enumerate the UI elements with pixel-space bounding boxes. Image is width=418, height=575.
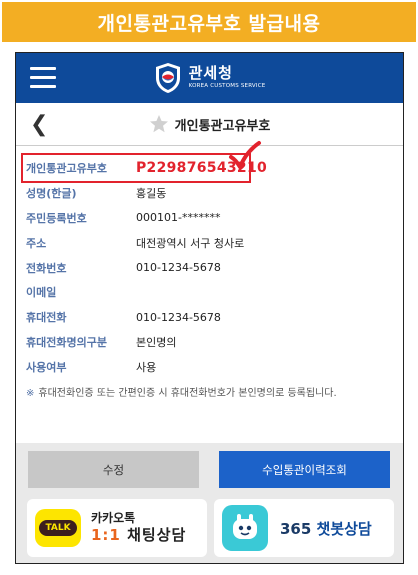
info-value: 010-1234-5678 (136, 261, 221, 275)
notice-mark: ※ (26, 388, 35, 400)
info-list: 개인통관고유부호 P229876543210 성명(한글) 홍길동 주민등록번호… (16, 141, 403, 379)
page-header: ❮ 개인통관고유부호 (16, 103, 403, 146)
info-label: 이메일 (26, 286, 57, 300)
info-row-address: 주소 대전광역시 서구 청사로 (16, 230, 403, 255)
brand-logo[interactable]: 관세청 KOREA CUSTOMS SERVICE (154, 62, 266, 94)
info-label: 주민등록번호 (26, 211, 87, 225)
banner-title: 개인통관고유부호 발급내용 (97, 12, 321, 35)
kakao-talk-icon: TALK (35, 509, 81, 547)
star-icon[interactable] (149, 114, 169, 134)
info-value: 000101-******* (136, 211, 221, 225)
chatbot-label: 챗봇상담 (311, 519, 372, 538)
action-area: 수정 수입통관이력조회 TALK 카카오톡 1:1 채팅상담 365 챗봇상담 (16, 443, 403, 563)
highlight-box (21, 153, 251, 183)
info-row-phone: 전화번호 010-1234-5678 (16, 255, 403, 280)
info-label: 휴대전화 (26, 311, 67, 325)
hamburger-icon[interactable] (30, 67, 56, 89)
info-row-mobile-owner: 휴대전화명의구분 본인명의 (16, 330, 403, 355)
brand-name: 관세청 (188, 64, 233, 83)
info-row-customs-code: 개인통관고유부호 P229876543210 (16, 141, 403, 183)
info-label: 휴대전화명의구분 (26, 335, 107, 349)
kakao-chat-title: 카카오톡 (91, 511, 136, 526)
info-value: 홍길동 (136, 187, 167, 201)
info-row-name: 성명(한글) 홍길동 (16, 181, 403, 206)
notice-body: 휴대전화인증 또는 간편인증 시 휴대전화번호가 본인명의로 등록됩니다. (38, 388, 337, 400)
back-arrow-icon[interactable]: ❮ (30, 112, 48, 137)
phone-screen: 관세청 KOREA CUSTOMS SERVICE ❮ 개인통관고유부호 개인통… (15, 52, 404, 564)
info-row-usage: 사용여부 사용 (16, 354, 403, 379)
kakao-chat-label: 채팅상담 (120, 526, 187, 545)
kakao-chat-button[interactable]: TALK 카카오톡 1:1 채팅상담 (27, 499, 207, 557)
kakao-talk-icon-text: TALK (39, 520, 77, 536)
page-title: 개인통관고유부호 (174, 118, 271, 134)
info-row-resident-number: 주민등록번호 000101-******* (16, 206, 403, 231)
chatbot-button[interactable]: 365 챗봇상담 (214, 499, 394, 557)
kakao-chat-number: 1:1 (91, 526, 121, 545)
info-value: 본인명의 (136, 335, 177, 349)
info-row-email: 이메일 (16, 280, 403, 305)
brand-subtitle: KOREA CUSTOMS SERVICE (188, 83, 266, 90)
notice-text: ※ 휴대전화인증 또는 간편인증 시 휴대전화번호가 본인명의로 등록됩니다. (26, 385, 393, 403)
info-value: 사용 (136, 360, 157, 374)
info-row-mobile: 휴대전화 010-1234-5678 (16, 305, 403, 330)
info-value: 대전광역시 서구 청사로 (136, 236, 245, 250)
info-label: 전화번호 (26, 261, 67, 275)
app-bar: 관세청 KOREA CUSTOMS SERVICE (16, 53, 403, 103)
info-label: 주소 (26, 236, 47, 250)
info-label: 성명(한글) (26, 187, 77, 201)
page-banner: 개인통관고유부호 발급내용 (2, 2, 416, 42)
info-value: 010-1234-5678 (136, 310, 221, 324)
checkmark-icon (229, 141, 261, 169)
edit-button[interactable]: 수정 (28, 451, 199, 488)
customs-logo-icon (155, 63, 180, 93)
import-history-button[interactable]: 수입통관이력조회 (219, 451, 390, 488)
chatbot-number: 365 (280, 519, 312, 538)
info-label: 사용여부 (26, 360, 67, 374)
chatbot-icon (222, 505, 268, 551)
